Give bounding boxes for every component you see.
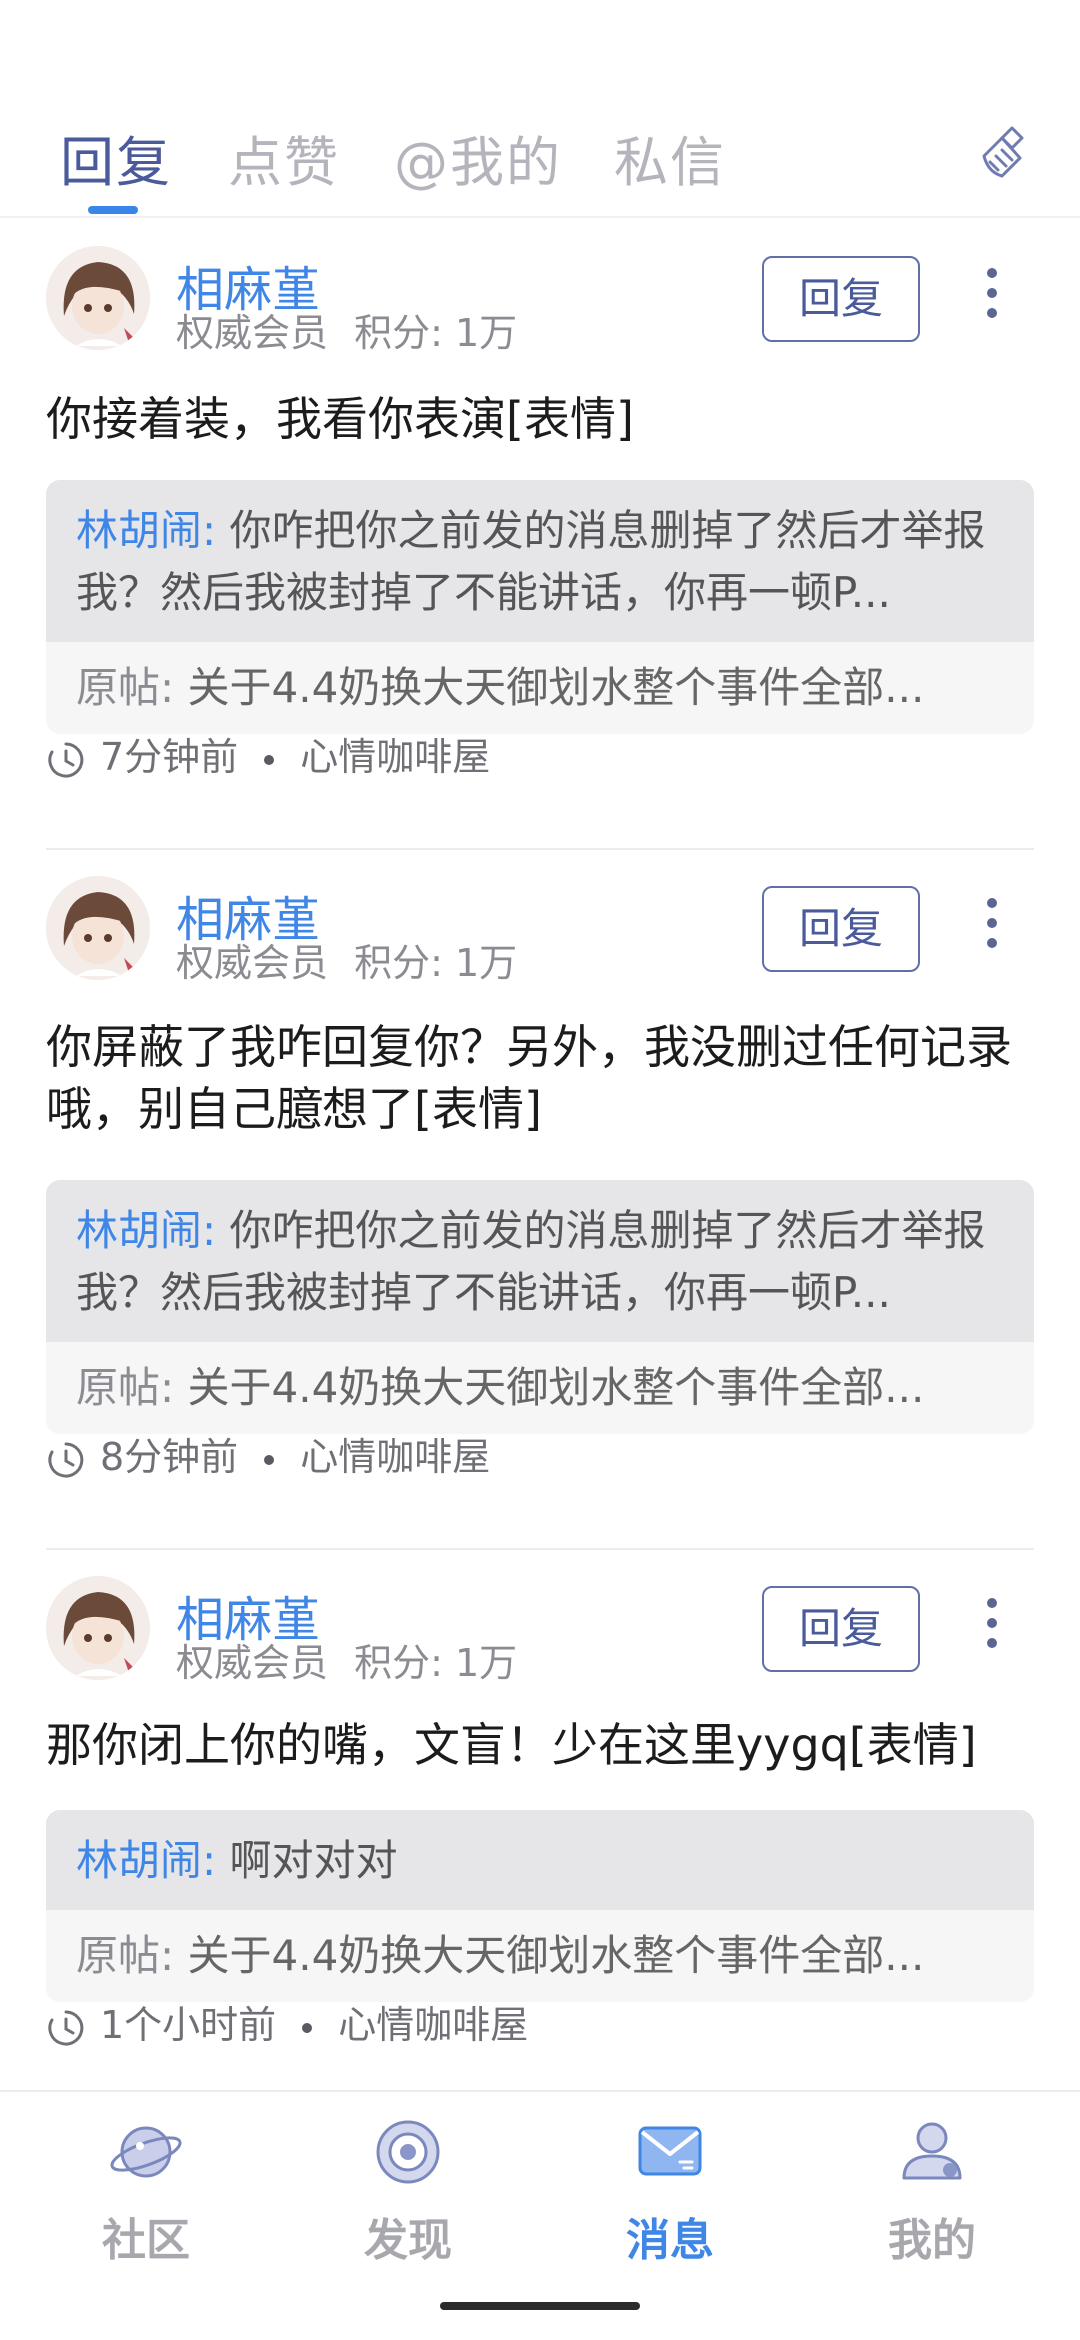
quoted-username[interactable]: 林胡闹: [76,1206,216,1255]
nav-label: 消息 [626,2215,714,2266]
separator-dot [264,754,275,765]
original-post-link[interactable]: 原帖: 关于4.4奶换大天御划水整个事件全部... [46,1342,1034,1434]
profile-icon [902,2122,962,2180]
user-points: 积分: 1万 [354,311,518,355]
nav-profile[interactable]: 我的 [852,2112,1012,2268]
timestamp: 7分钟前 [100,735,239,779]
tab-likes[interactable]: 点赞 [228,118,340,197]
message-tab-bar: 回复 点赞 @我的 私信 [0,0,1080,218]
user-points: 积分: 1万 [354,1641,518,1685]
separator-dot [264,1454,275,1465]
reply-content: 你接着装，我看你表演[表情] [46,392,634,446]
original-post-title: 关于4.4奶换大天御划水整个事件全部... [187,1363,925,1412]
reply-footer: 7分钟前 心情咖啡屋 [46,732,490,782]
user-meta: 权威会员 积分: 1万 [176,1632,517,1687]
mail-icon [638,2126,702,2176]
original-post-label: 原帖: [76,663,175,712]
active-tab-indicator [88,206,138,214]
board-name[interactable]: 心情咖啡屋 [338,2003,528,2047]
timestamp: 1个小时前 [100,2003,277,2047]
member-role: 权威会员 [176,941,329,985]
discover-icon [376,2120,440,2184]
planet-icon [110,2126,182,2178]
reply-button[interactable]: 回复 [762,256,920,342]
clock-icon [48,742,84,777]
home-indicator [440,2302,640,2310]
reply-content: 那你闭上你的嘴，文盲！少在这里yygq[表情] [46,1718,977,1772]
avatar[interactable] [46,1576,150,1680]
more-options-icon[interactable] [972,892,1012,964]
reply-item[interactable]: 相麻堇 权威会员 积分: 1万 回复 你屏蔽了我咋回复你？另外，我没删过任何记录… [0,850,1080,1550]
quoted-username[interactable]: 林胡闹: [76,1836,216,1885]
nav-community[interactable]: 社区 [66,2112,226,2268]
tab-private-messages[interactable]: 私信 [614,118,726,197]
avatar[interactable] [46,246,150,350]
nav-discover[interactable]: 发现 [328,2112,488,2268]
clock-icon [48,1442,84,1477]
tab-mentions[interactable]: @我的 [394,118,562,197]
more-options-icon[interactable] [972,1592,1012,1664]
member-role: 权威会员 [176,311,329,355]
quoted-text: 啊对对对 [229,1836,398,1885]
reply-item[interactable]: 相麻堇 权威会员 积分: 1万 回复 你接着装，我看你表演[表情] 林胡闹: 你… [0,220,1080,850]
nav-label: 我的 [888,2215,976,2266]
nav-label: 发现 [364,2215,452,2266]
user-meta: 权威会员 积分: 1万 [176,932,517,987]
board-name[interactable]: 心情咖啡屋 [300,1435,490,1479]
original-post-link[interactable]: 原帖: 关于4.4奶换大天御划水整个事件全部... [46,642,1034,734]
nav-messages[interactable]: 消息 [590,2112,750,2268]
user-meta: 权威会员 积分: 1万 [176,302,517,357]
member-role: 权威会员 [176,1641,329,1685]
original-post-link[interactable]: 原帖: 关于4.4奶换大天御划水整个事件全部... [46,1910,1034,2002]
reply-button[interactable]: 回复 [762,1586,920,1672]
reply-button[interactable]: 回复 [762,886,920,972]
reply-list: 相麻堇 权威会员 积分: 1万 回复 你接着装，我看你表演[表情] 林胡闹: 你… [0,220,1080,2090]
reply-content: 你屏蔽了我咋回复你？另外，我没删过任何记录哦，别自己臆想了[表情] [46,1020,1012,1136]
reply-footer: 1个小时前 心情咖啡屋 [46,2000,528,2050]
quoted-message[interactable]: 林胡闹: 你咋把你之前发的消息删掉了然后才举报我？然后我被封掉了不能讲话，你再一… [46,1180,1034,1434]
nav-label: 社区 [102,2215,190,2266]
reply-item[interactable]: 相麻堇 权威会员 积分: 1万 回复 那你闭上你的嘴，文盲！少在这里yygq[表… [0,1550,1080,2090]
quoted-username[interactable]: 林胡闹: [76,506,216,555]
user-points: 积分: 1万 [354,941,518,985]
clock-icon [48,2010,84,2045]
quoted-message[interactable]: 林胡闹: 你咋把你之前发的消息删掉了然后才举报我？然后我被封掉了不能讲话，你再一… [46,480,1034,734]
original-post-title: 关于4.4奶换大天御划水整个事件全部... [187,663,925,712]
original-post-label: 原帖: [76,1363,175,1412]
timestamp: 8分钟前 [100,1435,239,1479]
original-post-label: 原帖: [76,1931,175,1980]
more-options-icon[interactable] [972,262,1012,334]
broom-icon[interactable] [972,120,1036,184]
board-name[interactable]: 心情咖啡屋 [300,735,490,779]
avatar[interactable] [46,876,150,980]
original-post-title: 关于4.4奶换大天御划水整个事件全部... [187,1931,925,1980]
tab-replies[interactable]: 回复 [60,118,172,197]
reply-footer: 8分钟前 心情咖啡屋 [46,1432,490,1482]
quoted-message[interactable]: 林胡闹: 啊对对对 原帖: 关于4.4奶换大天御划水整个事件全部... [46,1810,1034,2002]
separator-dot [302,2022,313,2033]
